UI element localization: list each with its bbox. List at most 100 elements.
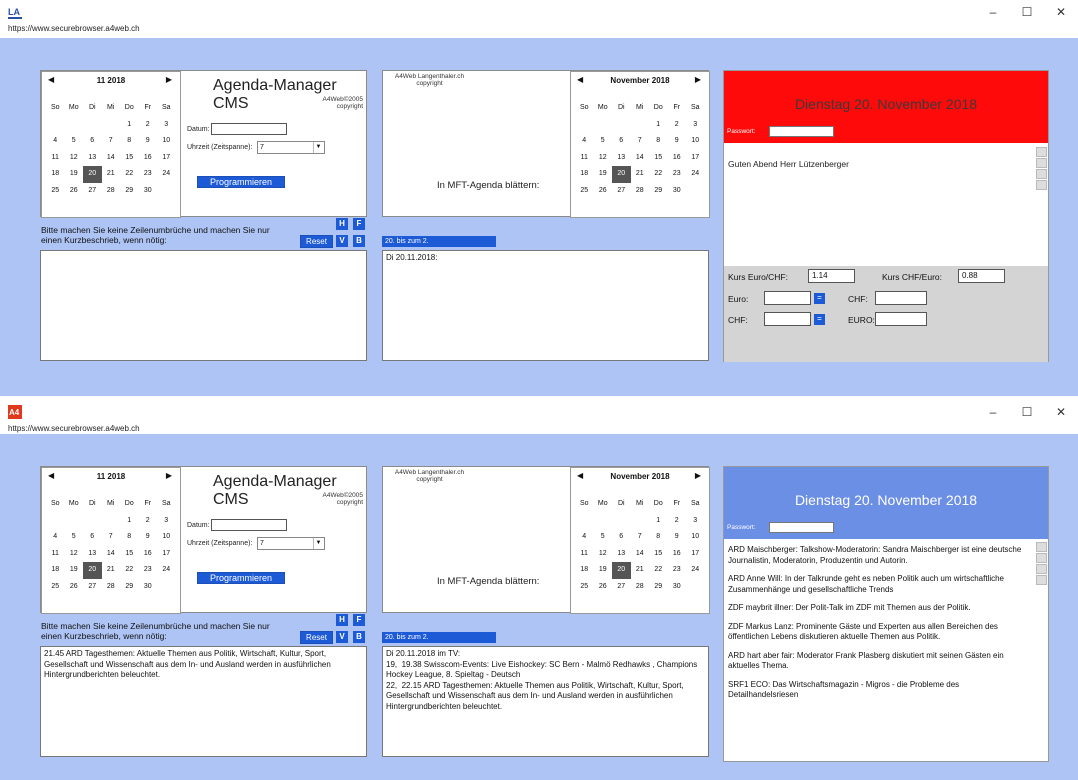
- kurs-euro-chf-input[interactable]: 1.14: [808, 269, 855, 283]
- calendar-day[interactable]: 26: [594, 579, 613, 596]
- convert-chf-button[interactable]: =: [814, 314, 825, 325]
- calendar-day[interactable]: 20: [83, 562, 102, 579]
- calendar-day[interactable]: 26: [594, 183, 613, 200]
- euro-result-input[interactable]: [875, 312, 927, 326]
- f-button[interactable]: F: [353, 614, 365, 626]
- calendar-day[interactable]: 25: [575, 579, 594, 596]
- calendar-day[interactable]: 28: [631, 579, 650, 596]
- uhrzeit-select[interactable]: 7 ▼: [257, 141, 325, 154]
- calendar-day[interactable]: 21: [102, 166, 121, 183]
- calendar-day[interactable]: 17: [157, 546, 176, 563]
- calendar-day[interactable]: 18: [46, 166, 65, 183]
- calendar-day[interactable]: 20: [612, 166, 631, 183]
- calendar-day[interactable]: 11: [46, 546, 65, 563]
- calendar-day[interactable]: 22: [120, 166, 139, 183]
- calendar-day[interactable]: 24: [686, 562, 705, 579]
- calendar-day[interactable]: 5: [65, 133, 84, 150]
- calendar-day[interactable]: 5: [65, 529, 84, 546]
- calendar-day[interactable]: 1: [120, 513, 139, 530]
- calendar-day[interactable]: 12: [65, 546, 84, 563]
- chf-result-input[interactable]: [875, 291, 927, 305]
- programmieren-button[interactable]: Programmieren: [197, 572, 285, 584]
- calendar-day[interactable]: 25: [575, 183, 594, 200]
- reset-button[interactable]: Reset: [300, 235, 333, 248]
- mft-textarea[interactable]: Di 20.11.2018 im TV: 19, 19.38 Swisscom-…: [382, 646, 709, 757]
- calendar-day[interactable]: 23: [668, 166, 687, 183]
- calendar-day[interactable]: 27: [612, 183, 631, 200]
- calendar-day[interactable]: 27: [612, 579, 631, 596]
- scroll-controls[interactable]: [1036, 147, 1047, 190]
- calendar-day[interactable]: 10: [686, 529, 705, 546]
- f-button[interactable]: F: [353, 218, 365, 230]
- uhrzeit-select[interactable]: 7 ▼: [257, 537, 325, 550]
- maximize-button[interactable]: ☐: [1010, 400, 1044, 424]
- calendar-day[interactable]: 6: [83, 133, 102, 150]
- calendar-day[interactable]: 18: [575, 562, 594, 579]
- calendar-day[interactable]: 29: [649, 579, 668, 596]
- calendar-day[interactable]: 15: [120, 546, 139, 563]
- calendar-day[interactable]: 20: [83, 166, 102, 183]
- calendar-day[interactable]: 6: [612, 133, 631, 150]
- programmieren-button[interactable]: Programmieren: [197, 176, 285, 188]
- calendar-next-button[interactable]: ▶: [166, 471, 172, 480]
- calendar-day[interactable]: 25: [46, 183, 65, 200]
- b-button[interactable]: B: [353, 235, 365, 247]
- calendar-day[interactable]: 8: [649, 529, 668, 546]
- calendar-day[interactable]: 29: [649, 183, 668, 200]
- calendar-day[interactable]: 21: [102, 562, 121, 579]
- calendar-day[interactable]: 5: [594, 133, 613, 150]
- datum-input[interactable]: [211, 519, 287, 531]
- calendar-next-button[interactable]: ▶: [166, 75, 172, 84]
- calendar-day[interactable]: 18: [575, 166, 594, 183]
- calendar-day[interactable]: 21: [631, 562, 650, 579]
- calendar-day[interactable]: 25: [46, 579, 65, 596]
- calendar-day[interactable]: 3: [157, 513, 176, 530]
- calendar-day[interactable]: 1: [649, 513, 668, 530]
- calendar-day[interactable]: 9: [668, 133, 687, 150]
- calendar-day[interactable]: 12: [594, 150, 613, 167]
- calendar-day[interactable]: 24: [686, 166, 705, 183]
- calendar-day[interactable]: 7: [631, 529, 650, 546]
- cms-textarea[interactable]: 21.45 ARD Tagesthemen: Aktuelle Themen a…: [40, 646, 367, 757]
- euro-input[interactable]: [764, 291, 811, 305]
- calendar-day[interactable]: 2: [668, 513, 687, 530]
- scroll-controls[interactable]: [1036, 542, 1047, 585]
- calendar-day[interactable]: 24: [157, 166, 176, 183]
- calendar-day[interactable]: 28: [102, 579, 121, 596]
- calendar-day[interactable]: 14: [631, 546, 650, 563]
- calendar-day[interactable]: 19: [594, 562, 613, 579]
- calendar-day[interactable]: 10: [157, 133, 176, 150]
- calendar-day[interactable]: 16: [139, 150, 158, 167]
- calendar-day[interactable]: 19: [65, 562, 84, 579]
- calendar-day[interactable]: 24: [157, 562, 176, 579]
- calendar-day[interactable]: 7: [631, 133, 650, 150]
- calendar-day[interactable]: 30: [139, 579, 158, 596]
- h-button[interactable]: H: [336, 614, 348, 626]
- calendar-day[interactable]: 14: [102, 546, 121, 563]
- calendar-day[interactable]: 4: [46, 529, 65, 546]
- calendar-day[interactable]: 13: [83, 150, 102, 167]
- calendar-day[interactable]: 30: [668, 183, 687, 200]
- mft-textarea[interactable]: Di 20.11.2018:: [382, 250, 709, 361]
- calendar-day[interactable]: 23: [139, 562, 158, 579]
- calendar-day[interactable]: 3: [157, 117, 176, 134]
- calendar-day[interactable]: 8: [120, 133, 139, 150]
- calendar-day[interactable]: 13: [83, 546, 102, 563]
- calendar-day[interactable]: 13: [612, 150, 631, 167]
- calendar-day[interactable]: 4: [575, 529, 594, 546]
- calendar-day[interactable]: 15: [649, 150, 668, 167]
- b-button[interactable]: B: [353, 631, 365, 643]
- datum-input[interactable]: [211, 123, 287, 135]
- calendar-day[interactable]: 28: [102, 183, 121, 200]
- calendar-day[interactable]: 18: [46, 562, 65, 579]
- calendar-day[interactable]: 1: [649, 117, 668, 134]
- password-input[interactable]: [769, 126, 834, 137]
- calendar-day[interactable]: 26: [65, 183, 84, 200]
- calendar-day[interactable]: 11: [575, 546, 594, 563]
- calendar-day[interactable]: 9: [139, 529, 158, 546]
- calendar-day[interactable]: 3: [686, 513, 705, 530]
- range-bar[interactable]: 20. bis zum 2.: [382, 632, 496, 643]
- calendar-day[interactable]: 22: [649, 166, 668, 183]
- calendar-day[interactable]: 29: [120, 579, 139, 596]
- calendar-day[interactable]: 4: [575, 133, 594, 150]
